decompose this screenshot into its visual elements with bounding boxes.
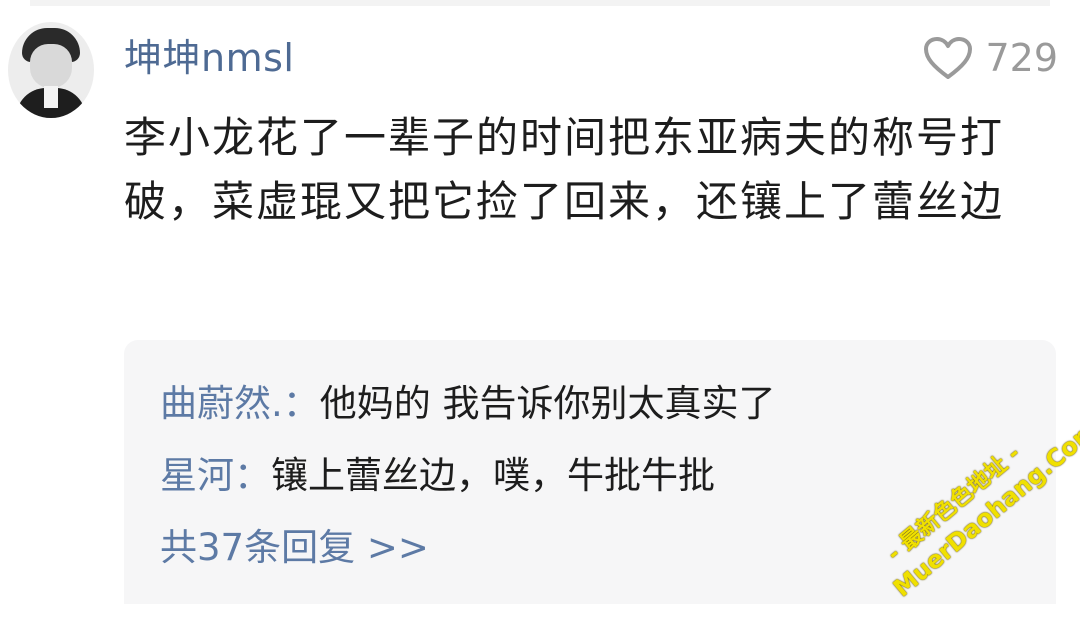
reply-separator: ：: [234, 454, 271, 497]
username[interactable]: 坤坤nmsl: [124, 30, 294, 86]
like-button[interactable]: 729: [923, 30, 1058, 86]
reply-item[interactable]: 星河：镶上蕾丝边，噗，牛批牛批: [160, 448, 715, 504]
avatar[interactable]: [8, 22, 94, 118]
reply-author[interactable]: 星河: [160, 454, 234, 497]
reply-text: 镶上蕾丝边，噗，牛批牛批: [271, 454, 715, 497]
reply-item[interactable]: 曲蔚然.：他妈的 我告诉你别太真实了: [160, 376, 776, 432]
like-count: 729: [985, 36, 1058, 80]
reply-separator: ：: [282, 382, 320, 425]
divider: [30, 0, 1050, 6]
avatar-face: [30, 44, 72, 88]
comment-text: 李小龙花了一辈子的时间把东亚病夫的称号打破，菜虚琨又把它捡了回来，还镶上了蕾丝边: [124, 113, 1005, 226]
avatar-collar: [44, 86, 58, 108]
more-replies-link[interactable]: 共37条回复 >>: [160, 520, 429, 576]
heart-icon: [923, 36, 973, 80]
reply-author[interactable]: 曲蔚然.: [160, 382, 283, 425]
reply-text: 他妈的 我告诉你别太真实了: [319, 382, 776, 425]
